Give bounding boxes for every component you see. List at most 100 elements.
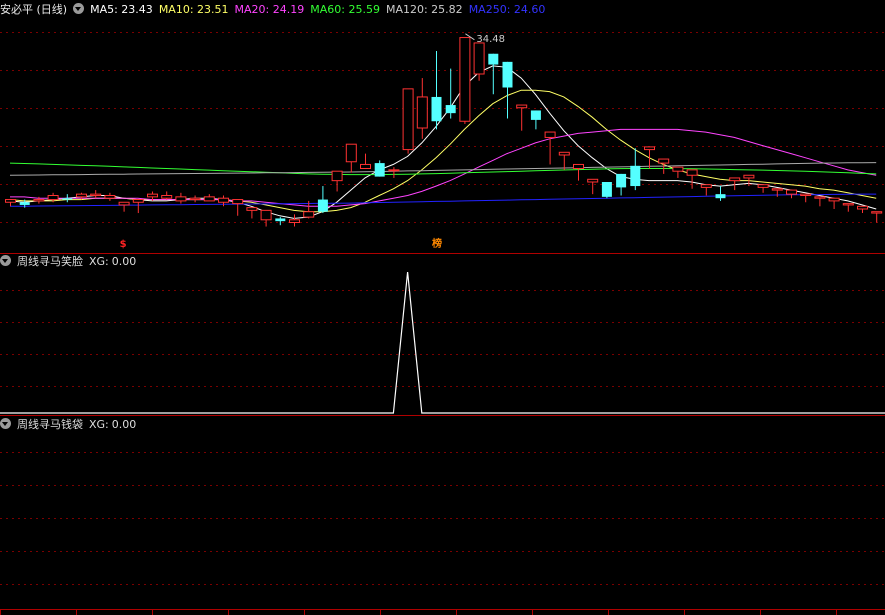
candle-up — [700, 184, 712, 196]
candle-up — [800, 193, 812, 203]
candle-up — [828, 197, 840, 209]
candle-body — [104, 195, 116, 199]
candle-body — [232, 199, 244, 205]
candle-up — [459, 37, 471, 124]
candle-up — [558, 151, 570, 170]
candle-up — [402, 88, 414, 154]
candle-body — [260, 209, 272, 221]
candle-body — [573, 163, 584, 169]
peak-price-label: 34.48 — [476, 33, 506, 45]
candle-up — [771, 188, 783, 197]
xg-signal-line — [0, 271, 885, 414]
candle-down — [374, 160, 385, 177]
ma-legend-item: MA5: 23.43 — [90, 3, 153, 16]
candle-body — [857, 205, 868, 210]
candle-down — [62, 194, 73, 203]
candle-body — [743, 174, 755, 179]
candle-body — [303, 211, 315, 218]
candle-body — [33, 199, 45, 202]
candle-up — [90, 190, 102, 199]
candle-body — [90, 193, 102, 196]
moving-average-lines — [9, 65, 877, 219]
candle-up — [203, 194, 215, 202]
candle-up — [132, 199, 144, 214]
panel-money-bag-header: 周线寻马钱袋 XG: 0.00 — [0, 416, 142, 434]
signal-marker: $ — [119, 239, 127, 250]
candle-down — [488, 53, 499, 95]
candle-body — [644, 146, 655, 151]
candle-down — [445, 68, 456, 119]
candle-up — [516, 104, 528, 131]
chevron-down-icon[interactable] — [0, 418, 11, 429]
candle-body — [459, 37, 471, 122]
candle-down — [317, 186, 328, 214]
candle-body — [488, 53, 499, 65]
grid-lines — [0, 32, 885, 615]
candle-body — [289, 219, 300, 224]
candle-down — [601, 182, 612, 199]
candle-up — [814, 196, 826, 207]
candle-body — [842, 203, 854, 206]
candle-body — [601, 182, 612, 197]
candle-body — [800, 193, 812, 196]
candle-down — [275, 217, 286, 226]
candle-body — [473, 42, 485, 75]
ma-legend-item: MA250: 24.60 — [468, 3, 546, 16]
candle-body — [5, 199, 16, 203]
candle-up — [104, 192, 116, 201]
candle-up — [345, 143, 357, 173]
xg-value: 0.00 — [111, 418, 137, 431]
candle-body — [431, 96, 442, 122]
candle-body — [76, 193, 87, 198]
candle-body — [530, 110, 541, 120]
candle-up — [360, 153, 371, 169]
xg-label: XG: — [89, 418, 109, 431]
panel-smile-header: 周线寻马笑脸 XG: 0.00 — [0, 253, 142, 271]
candle-body — [47, 195, 59, 201]
candle-up — [573, 163, 584, 181]
candle-body — [672, 166, 684, 172]
candle-up — [189, 195, 201, 203]
candle-body — [616, 173, 627, 188]
candle-body — [871, 211, 883, 214]
chevron-down-icon[interactable] — [0, 255, 11, 266]
candle-body — [516, 104, 528, 109]
main-chart-header: 安必平 (日线) MA5: 23.43 MA10: 23.51 MA20: 24.19… — [0, 1, 557, 19]
candle-body — [587, 178, 599, 183]
candle-up — [587, 178, 599, 195]
candle-body — [161, 195, 173, 199]
xg-label: XG: — [89, 255, 109, 268]
candle-body — [757, 184, 769, 188]
candle-up — [260, 209, 272, 227]
candle-up — [757, 184, 769, 193]
chart-canvas — [0, 32, 885, 615]
candle-body — [729, 177, 741, 182]
candle-body — [828, 197, 840, 202]
candle-body — [630, 165, 641, 187]
ma-legend-item: MA20: 24.19 — [234, 3, 305, 16]
candle-up — [842, 203, 854, 212]
candle-body — [175, 196, 187, 202]
candle-body — [502, 61, 513, 88]
candle-down — [502, 61, 513, 119]
candle-body — [360, 163, 371, 169]
candle-body — [388, 169, 400, 172]
candle-up — [161, 191, 173, 200]
ma-legend-item: MA120: 25.82 — [385, 3, 463, 16]
candle-down — [630, 148, 641, 191]
candle-body — [715, 194, 726, 199]
candle-body — [132, 199, 144, 203]
ma-legend-item: MA10: 23.51 — [158, 3, 229, 16]
panel-smile-title: 周线寻马笑脸 — [17, 255, 83, 268]
candle-up — [544, 131, 556, 165]
candle-body — [189, 197, 201, 201]
candle-body — [19, 202, 30, 205]
candle-body — [402, 88, 414, 151]
candle-body — [686, 169, 698, 176]
candle-up — [686, 169, 698, 189]
candle-down — [715, 186, 726, 201]
candle-body — [62, 198, 73, 200]
chevron-down-icon[interactable] — [73, 3, 85, 14]
xg-indicator-line — [0, 271, 885, 414]
candle-up — [644, 146, 655, 169]
